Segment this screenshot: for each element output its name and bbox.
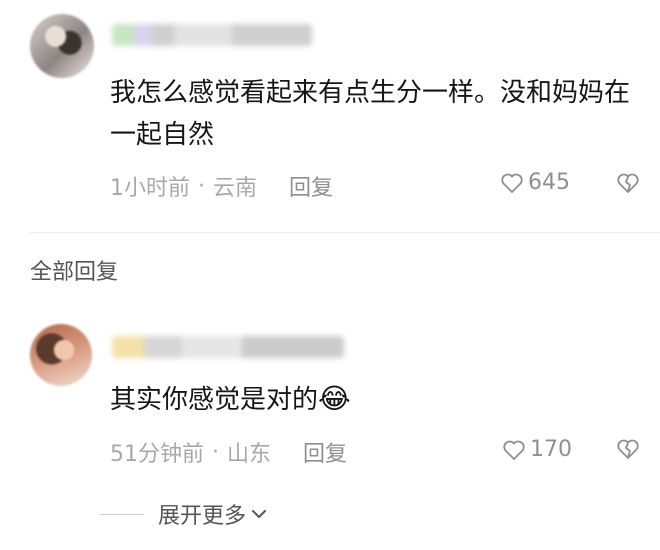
reply-button[interactable]: 回复 [289,170,333,202]
dislike-button[interactable] [616,438,640,464]
broken-heart-icon [617,439,639,459]
comment-meta: 1小时前 · 云南 回复 [110,170,333,202]
expand-more-button[interactable]: 展开更多 [100,498,268,530]
comment-text: 我怎么感觉看起来有点生分一样。没和妈妈在一起自然 [110,78,631,150]
like-count: 170 [530,437,572,462]
expand-line [100,513,144,515]
dislike-button[interactable] [616,172,640,198]
reply-time: 51分钟前 [110,442,204,467]
meta-separator: · [212,439,219,465]
meta-separator: · [198,173,205,199]
heart-outline-icon [501,173,523,193]
like-button[interactable]: 645 [500,170,570,195]
expand-more-label: 展开更多 [158,504,247,529]
chevron-down-icon [252,510,267,518]
reply-meta: 51分钟前 · 山东 回复 [110,436,347,468]
reply-button[interactable]: 回复 [303,436,347,468]
commenter-username-blurred[interactable] [112,24,312,46]
all-replies-header: 全部回复 [30,260,119,285]
comment-location: 云南 [213,176,258,201]
commenter-avatar[interactable] [30,14,94,78]
comment-time: 1小时前 [110,176,190,201]
replier-username-blurred[interactable] [112,336,344,358]
like-count: 645 [528,170,570,195]
reply-location: 山东 [227,442,272,467]
heart-outline-icon [503,440,525,460]
reply-text: 其实你感觉是对的 [110,385,319,415]
like-button[interactable]: 170 [502,437,572,462]
replier-avatar[interactable] [30,324,92,386]
section-divider [30,232,660,233]
laughing-crying-emoji: 😂 [318,382,351,415]
reply-text-row: 其实你感觉是对的😂 [110,378,351,421]
broken-heart-icon [617,173,639,193]
